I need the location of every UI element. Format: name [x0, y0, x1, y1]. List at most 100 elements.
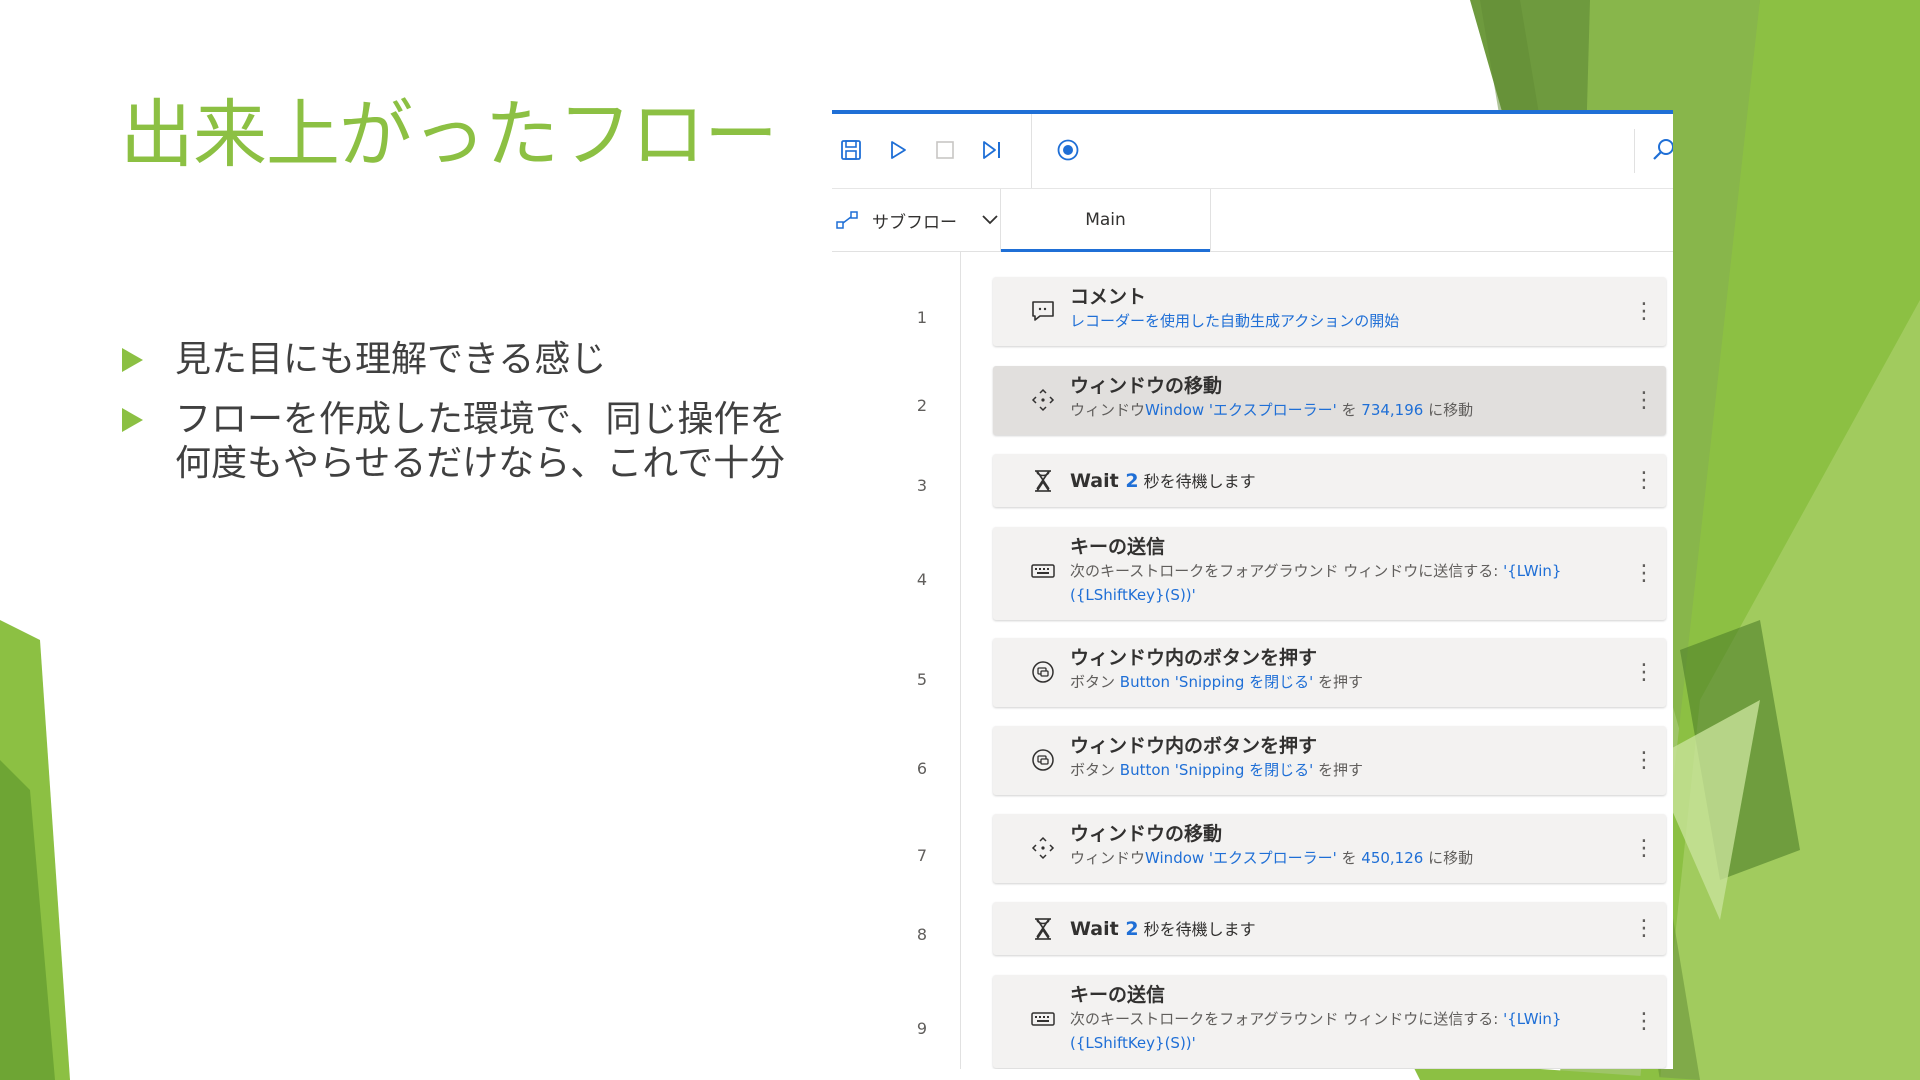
action-body: Wait 2 秒を待機します: [1070, 917, 1610, 942]
action-text: Wait: [1070, 917, 1126, 940]
more-options-icon[interactable]: ⋮: [1633, 297, 1655, 327]
more-options-icon[interactable]: ⋮: [1633, 386, 1655, 416]
hourglass-icon: [1029, 467, 1057, 495]
action-text: ウィンドウ: [1070, 401, 1146, 419]
button-press-icon: [1029, 658, 1057, 686]
save-icon[interactable]: [837, 136, 865, 164]
move-icon: [1029, 386, 1057, 414]
action-description: 次のキーストロークをフォアグラウンド ウィンドウに送信する: '{LWin}({…: [1070, 1007, 1610, 1055]
action-parameter: Button 'Snipping を閉じる': [1119, 673, 1314, 691]
action-card[interactable]: ウィンドウの移動 ウィンドウWindow 'エクスプローラー' を 734,196…: [993, 366, 1666, 435]
subflow-icon: [836, 211, 858, 229]
action-description: 次のキーストロークをフォアグラウンド ウィンドウに送信する: '{LWin}({…: [1070, 559, 1610, 607]
editor-toolbar: [832, 114, 1673, 189]
action-parameter: 734,196: [1361, 401, 1424, 419]
bullet-text: フローを作成した環境で、同じ操作を何度もやらせるだけなら、これで十分: [175, 399, 786, 484]
button-press-icon: [1029, 746, 1057, 774]
keyboard-icon: [1029, 1005, 1057, 1033]
action-text: 秒を待機します: [1138, 919, 1256, 939]
line-number: 3: [916, 476, 928, 495]
line-number: 7: [916, 846, 928, 865]
action-title: ウィンドウ内のボタンを押す: [1070, 647, 1318, 669]
action-parameter: Window 'エクスプローラー': [1145, 401, 1337, 419]
step-icon[interactable]: [978, 136, 1006, 164]
line-number: 2: [916, 396, 928, 415]
action-card[interactable]: Wait 2 秒を待機します ⋮: [993, 902, 1666, 955]
action-text: に移動: [1423, 401, 1474, 419]
action-description: ボタン Button 'Snipping を閉じる' を押す: [1070, 670, 1610, 694]
action-title: ウィンドウの移動: [1070, 823, 1223, 845]
action-text: 次のキーストロークをフォアグラウンド ウィンドウに送信する:: [1070, 1010, 1504, 1028]
action-text: ウィンドウ: [1070, 849, 1146, 867]
action-text: を押す: [1313, 761, 1364, 779]
more-options-icon[interactable]: ⋮: [1633, 746, 1655, 776]
line-number: 4: [916, 570, 928, 589]
line-number: 8: [916, 925, 928, 944]
stop-icon[interactable]: [931, 136, 959, 164]
play-icon[interactable]: [884, 136, 912, 164]
toolbar-divider: [1031, 114, 1032, 188]
action-text: を: [1336, 401, 1362, 419]
slide-title: 出来上がったフロー: [120, 92, 778, 178]
search-icon[interactable]: [1650, 136, 1673, 164]
gutter-divider: [960, 252, 961, 1069]
action-parameter: 2: [1125, 917, 1139, 940]
action-body: キーの送信 次のキーストロークをフォアグラウンド ウィンドウに送信する: '{LW…: [1070, 535, 1610, 607]
line-number: 9: [916, 1019, 928, 1038]
chevron-down-icon: [982, 215, 998, 225]
action-body: Wait 2 秒を待機します: [1070, 469, 1610, 494]
more-options-icon[interactable]: ⋮: [1633, 466, 1655, 496]
action-card[interactable]: コメントレコーダーを使用した自動生成アクションの開始 ⋮: [993, 277, 1666, 346]
action-parameter: 450,126: [1361, 849, 1424, 867]
move-icon: [1029, 834, 1057, 862]
action-card[interactable]: キーの送信 次のキーストロークをフォアグラウンド ウィンドウに送信する: '{LW…: [993, 527, 1666, 620]
action-description: ボタン Button 'Snipping を閉じる' を押す: [1070, 758, 1610, 782]
action-title: Wait 2 秒を待機します: [1070, 469, 1610, 494]
line-number: 1: [916, 308, 928, 327]
action-card[interactable]: ウィンドウ内のボタンを押す ボタン Button 'Snipping を閉じる' …: [993, 638, 1666, 707]
subflow-label: サブフロー: [872, 212, 957, 233]
line-number: 6: [916, 759, 928, 778]
action-title: コメント: [1070, 286, 1147, 308]
action-body: コメントレコーダーを使用した自動生成アクションの開始: [1070, 285, 1610, 333]
bullet-text: 見た目にも理解できる感じ: [175, 339, 607, 380]
action-title: キーの送信: [1070, 536, 1166, 558]
action-text: 秒を待機します: [1138, 471, 1256, 491]
action-card[interactable]: ウィンドウ内のボタンを押す ボタン Button 'Snipping を閉じる' …: [993, 726, 1666, 795]
action-card[interactable]: キーの送信 次のキーストロークをフォアグラウンド ウィンドウに送信する: '{LW…: [993, 975, 1666, 1068]
bullet-list: 見た目にも理解できる感じ フローを作成した環境で、同じ操作を何度もやらせるだけな…: [120, 338, 800, 502]
action-body: ウィンドウの移動 ウィンドウWindow 'エクスプローラー' を 450,126…: [1070, 822, 1610, 870]
action-card[interactable]: Wait 2 秒を待機します ⋮: [993, 454, 1666, 507]
action-card[interactable]: ウィンドウの移動 ウィンドウWindow 'エクスプローラー' を 450,126…: [993, 814, 1666, 883]
line-number: 5: [916, 670, 928, 689]
action-text: に移動: [1423, 849, 1474, 867]
more-options-icon[interactable]: ⋮: [1633, 559, 1655, 589]
toolbar-divider: [1634, 129, 1635, 173]
action-description: レコーダーを使用した自動生成アクションの開始: [1070, 309, 1610, 333]
action-text: 次のキーストロークをフォアグラウンド ウィンドウに送信する:: [1070, 562, 1504, 580]
action-description: ウィンドウWindow 'エクスプローラー' を 734,196 に移動: [1070, 398, 1610, 422]
action-list: 1 コメント レコーダーを使用した自動生成アクションの開始 ⋮ 2 ウィンドウの移動 ウィン…: [832, 252, 1673, 1069]
record-icon[interactable]: [1054, 136, 1082, 164]
action-body: キーの送信 次のキーストロークをフォアグラウンド ウィンドウに送信する: '{LW…: [1070, 983, 1610, 1055]
more-options-icon[interactable]: ⋮: [1633, 658, 1655, 688]
action-body: ウィンドウ内のボタンを押す ボタン Button 'Snipping を閉じる' …: [1070, 734, 1610, 782]
tab-main[interactable]: Main: [1001, 189, 1211, 252]
bullet-arrow-icon: [122, 408, 143, 432]
more-options-icon[interactable]: ⋮: [1633, 914, 1655, 944]
subflow-tabs: サブフロー Main: [832, 189, 1673, 252]
action-parameter: レコーダーを使用した自動生成アクションの開始: [1070, 312, 1400, 330]
action-text: を: [1336, 849, 1362, 867]
keyboard-icon: [1029, 557, 1057, 585]
more-options-icon[interactable]: ⋮: [1633, 1007, 1655, 1037]
bullet-arrow-icon: [122, 348, 143, 372]
action-body: ウィンドウ内のボタンを押す ボタン Button 'Snipping を閉じる' …: [1070, 646, 1610, 694]
action-parameter: 2: [1125, 469, 1139, 492]
hourglass-icon: [1029, 915, 1057, 943]
more-options-icon[interactable]: ⋮: [1633, 834, 1655, 864]
action-text: ボタン: [1070, 761, 1120, 779]
action-description: ウィンドウWindow 'エクスプローラー' を 450,126 に移動: [1070, 846, 1610, 870]
flow-editor-screenshot: サブフロー Main 1 コメントレコーダーを使用した自動生成アクションの開始 ⋮ 2…: [832, 110, 1673, 1069]
bullet-item: 見た目にも理解できる感じ: [120, 338, 800, 382]
subflow-dropdown[interactable]: サブフロー: [836, 189, 1002, 251]
